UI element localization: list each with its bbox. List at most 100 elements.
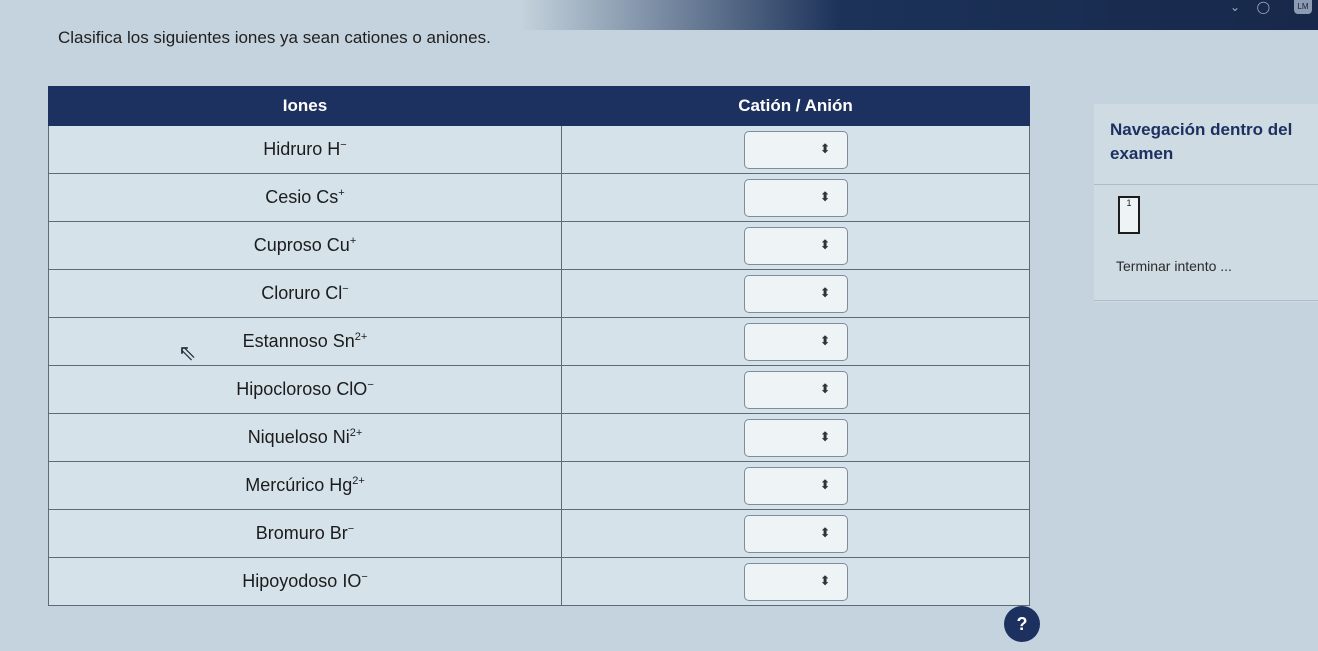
select-arrow-icon: ⬍	[819, 140, 831, 156]
ion-cell: Mercúrico Hg2+	[48, 461, 562, 510]
ion-formula: Cl−	[325, 283, 348, 303]
cation-anion-select[interactable]: ⬍	[743, 226, 848, 265]
ion-name: Cloruro	[261, 283, 321, 303]
ion-formula: Ni2+	[333, 427, 363, 447]
ion-cell: Hidruro H−	[48, 125, 562, 174]
ion-charge: 2+	[352, 475, 365, 487]
table-header-row: Iones Catión / Anión	[48, 86, 1030, 126]
header-cation-anion: Catión / Anión	[561, 86, 1030, 126]
classification-cell: ⬍	[561, 509, 1030, 558]
cation-anion-select[interactable]: ⬍	[743, 562, 848, 601]
mouse-pointer-icon: ⇖	[178, 340, 197, 365]
ion-symbol: ClO	[336, 379, 368, 399]
question-number: 1	[1126, 198, 1132, 208]
table-row: Mercúrico Hg2+ ⬍	[48, 461, 1030, 510]
classification-cell: ⬍	[561, 413, 1030, 462]
table-row: Hidruro H− ⬍	[48, 125, 1030, 174]
ion-charge: +	[349, 235, 357, 247]
ion-formula: Br−	[330, 523, 354, 543]
cation-anion-select[interactable]: ⬍	[743, 418, 848, 457]
ion-symbol: Br	[329, 523, 348, 543]
table-row: Hipoyodoso IO− ⬍	[48, 557, 1030, 606]
ion-cell: Hipocloroso ClO−	[48, 365, 562, 414]
header-ions: Iones	[48, 86, 562, 126]
select-arrow-icon: ⬍	[819, 428, 831, 444]
table-row: Cuproso Cu+ ⬍	[48, 221, 1030, 270]
help-button[interactable]: ?	[1004, 606, 1040, 642]
divider	[1094, 300, 1318, 301]
ion-formula: Cs+	[316, 187, 344, 207]
cation-anion-select[interactable]: ⬍	[743, 466, 848, 505]
ion-symbol: Sn	[332, 331, 355, 351]
ion-charge: +	[338, 187, 345, 199]
ion-charge: 2+	[349, 427, 363, 439]
classification-cell: ⬍	[561, 269, 1030, 318]
classification-cell: ⬍	[561, 125, 1030, 174]
ion-symbol: Cs	[316, 187, 339, 207]
cation-anion-select[interactable]: ⬍	[743, 370, 848, 409]
select-arrow-icon: ⬍	[819, 332, 831, 348]
ion-charge: −	[342, 283, 349, 295]
ion-name: Bromuro	[255, 523, 325, 543]
top-bar: ⌄ ◯ LM	[520, 0, 1318, 30]
ion-name: Hipocloroso	[236, 379, 332, 399]
ion-symbol: Cl	[325, 283, 343, 303]
finish-attempt-link[interactable]: Terminar intento ...	[1116, 258, 1232, 274]
ion-name: Cesio	[265, 187, 312, 207]
ion-name: Hipoyodoso	[242, 571, 338, 591]
select-arrow-icon: ⬍	[819, 284, 831, 300]
ion-symbol: Hg	[329, 475, 353, 495]
classification-cell: ⬍	[561, 173, 1030, 222]
ion-formula: Sn2+	[333, 331, 368, 351]
help-icon: ?	[1016, 614, 1028, 634]
cation-anion-select[interactable]: ⬍	[743, 130, 848, 169]
ion-name: Hidruro	[263, 139, 323, 159]
nav-title: Navegación dentro del examen	[1110, 120, 1293, 163]
table-row: Cesio Cs+ ⬍	[48, 173, 1030, 222]
classification-cell: ⬍	[561, 365, 1030, 414]
table-row: Cloruro Cl− ⬍	[48, 269, 1030, 318]
select-arrow-icon: ⬍	[819, 524, 831, 540]
ion-name: Mercúrico	[245, 475, 325, 495]
ion-cell: Cuproso Cu+	[48, 221, 562, 270]
ion-symbol: IO	[342, 571, 362, 591]
ion-charge: −	[340, 139, 347, 151]
ion-charge: −	[347, 523, 355, 535]
chevron-icon[interactable]: ⌄	[1230, 0, 1240, 14]
ion-cell: Cesio Cs+	[48, 173, 562, 222]
classification-cell: ⬍	[561, 317, 1030, 366]
table-row: Niqueloso Ni2+ ⬍	[48, 413, 1030, 462]
ion-symbol: Ni	[332, 427, 350, 447]
ion-cell: Niqueloso Ni2+	[48, 413, 562, 462]
select-arrow-icon: ⬍	[819, 380, 831, 396]
ion-name: Estannoso	[242, 331, 328, 351]
table-row: Hipocloroso ClO− ⬍	[48, 365, 1030, 414]
ion-cell: Cloruro Cl−	[48, 269, 562, 318]
ion-symbol: H	[327, 139, 341, 159]
classification-cell: ⬍	[561, 461, 1030, 510]
ion-name: Cuproso	[253, 235, 322, 255]
ion-formula: ClO−	[336, 379, 373, 399]
question-nav-button-1[interactable]: 1	[1118, 196, 1140, 234]
ion-symbol: Cu	[326, 235, 350, 255]
ion-cell: Hipoyodoso IO−	[48, 557, 562, 606]
divider	[1094, 184, 1318, 185]
classification-cell: ⬍	[561, 557, 1030, 606]
ion-name: Niqueloso	[247, 427, 328, 447]
ion-charge: −	[367, 379, 374, 391]
table-row: Bromuro Br− ⬍	[48, 509, 1030, 558]
avatar[interactable]: LM	[1294, 0, 1312, 14]
cation-anion-select[interactable]: ⬍	[743, 178, 848, 217]
select-arrow-icon: ⬍	[819, 236, 831, 252]
cation-anion-select[interactable]: ⬍	[743, 322, 848, 361]
ion-charge: 2+	[354, 331, 368, 343]
cation-anion-select[interactable]: ⬍	[743, 514, 848, 553]
classification-cell: ⬍	[561, 221, 1030, 270]
cation-anion-select[interactable]: ⬍	[743, 274, 848, 313]
select-arrow-icon: ⬍	[819, 188, 831, 204]
ion-cell: Bromuro Br−	[48, 509, 562, 558]
question-text: Clasifica los siguientes iones ya sean c…	[58, 28, 491, 47]
select-arrow-icon: ⬍	[819, 572, 831, 588]
ion-formula: IO−	[342, 571, 367, 591]
chat-icon[interactable]: ◯	[1257, 0, 1270, 14]
